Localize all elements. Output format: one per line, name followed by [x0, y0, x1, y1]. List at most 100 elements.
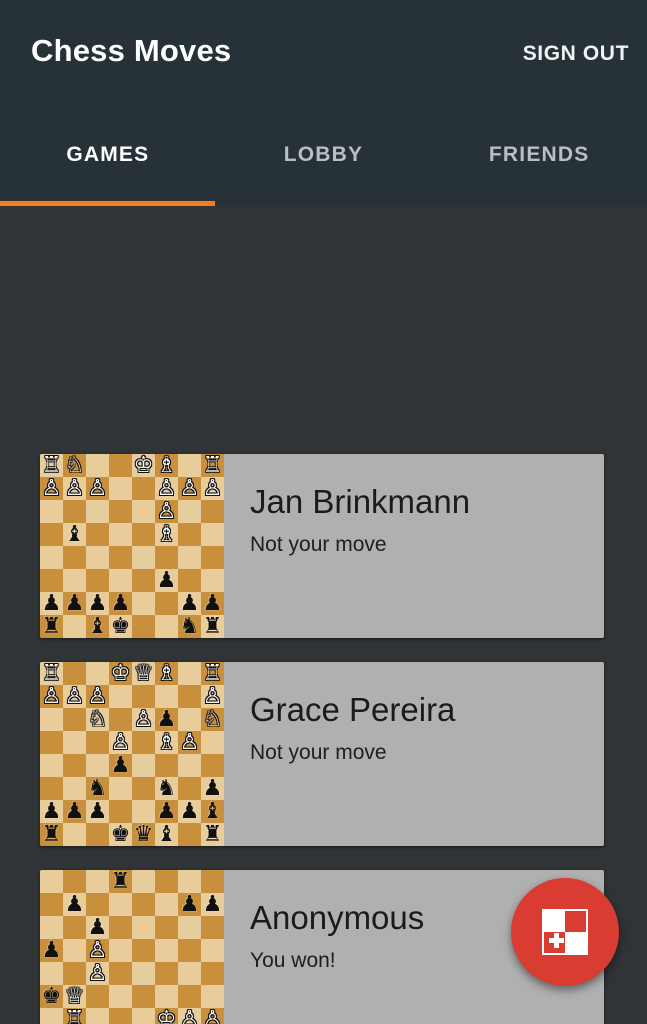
- board-square[interactable]: ♟: [109, 754, 132, 777]
- board-square[interactable]: ♞: [86, 777, 109, 800]
- board-square[interactable]: ♙: [155, 500, 178, 523]
- board-square[interactable]: [109, 985, 132, 1008]
- board-square[interactable]: ♝: [155, 823, 178, 846]
- board-square[interactable]: ♛: [132, 823, 155, 846]
- board-square[interactable]: [63, 500, 86, 523]
- board-square[interactable]: [132, 777, 155, 800]
- game-card[interactable]: ♖ ♔ ♕ ♗ ♖ ♙ ♙ ♙ ♙ ♘ ♙ ♟ ♘ ♙ ♗ ♙ ♟ ♞ ♞ ♟ ♟ ♟ ♟ ♟ ♟ ♝ ♜ ♚ ♛ ♝ ♜ Grace Per…: [40, 662, 604, 846]
- board-square[interactable]: ♚: [109, 823, 132, 846]
- board-square[interactable]: ♟: [86, 800, 109, 823]
- board-square[interactable]: [86, 870, 109, 893]
- board-square[interactable]: ♜: [109, 870, 132, 893]
- board-square[interactable]: [109, 1008, 132, 1024]
- board-square[interactable]: [109, 962, 132, 985]
- board-square[interactable]: [178, 939, 201, 962]
- board-square[interactable]: [63, 916, 86, 939]
- board-square[interactable]: ♙: [40, 685, 63, 708]
- board-square[interactable]: [109, 893, 132, 916]
- board-square[interactable]: [201, 731, 224, 754]
- board-square[interactable]: [155, 893, 178, 916]
- board-square[interactable]: ♟: [155, 800, 178, 823]
- board-square[interactable]: [155, 985, 178, 1008]
- board-square[interactable]: ♙: [155, 477, 178, 500]
- board-square[interactable]: ♙: [40, 477, 63, 500]
- board-square[interactable]: [40, 731, 63, 754]
- board-square[interactable]: [155, 962, 178, 985]
- board-square[interactable]: [132, 731, 155, 754]
- board-square[interactable]: ♖: [40, 454, 63, 477]
- board-square[interactable]: [178, 823, 201, 846]
- board-square[interactable]: [109, 523, 132, 546]
- sign-out-button[interactable]: SIGN OUT: [521, 38, 631, 70]
- board-square[interactable]: [178, 916, 201, 939]
- board-square[interactable]: [63, 939, 86, 962]
- board-square[interactable]: ♟: [178, 592, 201, 615]
- board-square[interactable]: [86, 1008, 109, 1024]
- board-square[interactable]: ♞: [155, 777, 178, 800]
- board-square[interactable]: ♙: [109, 731, 132, 754]
- board-square[interactable]: [86, 500, 109, 523]
- board-square[interactable]: ♟: [86, 592, 109, 615]
- board-square[interactable]: [86, 454, 109, 477]
- chess-board[interactable]: ♖ ♘ ♔ ♗ ♖ ♙ ♙ ♙ ♙ ♙ ♙ ♙ ♝ ♗ ♟ ♟ ♟ ♟ ♟ ♟ ♟ ♜ ♝ ♚ ♞ ♜: [40, 454, 224, 638]
- board-square[interactable]: ♜: [201, 823, 224, 846]
- board-square[interactable]: ♖: [40, 662, 63, 685]
- board-square[interactable]: [178, 985, 201, 1008]
- board-square[interactable]: [132, 800, 155, 823]
- board-square[interactable]: [40, 1008, 63, 1024]
- board-square[interactable]: [155, 870, 178, 893]
- board-square[interactable]: [63, 777, 86, 800]
- board-square[interactable]: [109, 916, 132, 939]
- board-square[interactable]: [40, 523, 63, 546]
- board-square[interactable]: ♙: [201, 685, 224, 708]
- board-square[interactable]: [201, 985, 224, 1008]
- tab-games[interactable]: GAMES: [0, 112, 216, 206]
- board-square[interactable]: ♘: [63, 454, 86, 477]
- board-square[interactable]: ♘: [86, 708, 109, 731]
- board-square[interactable]: [109, 939, 132, 962]
- board-square[interactable]: [86, 523, 109, 546]
- board-square[interactable]: ♜: [40, 615, 63, 638]
- board-square[interactable]: [155, 546, 178, 569]
- board-square[interactable]: [86, 893, 109, 916]
- board-square[interactable]: [63, 870, 86, 893]
- board-square[interactable]: [178, 870, 201, 893]
- board-square[interactable]: ♙: [63, 477, 86, 500]
- board-square[interactable]: [109, 454, 132, 477]
- board-square[interactable]: [86, 985, 109, 1008]
- board-square[interactable]: [63, 662, 86, 685]
- board-square[interactable]: ♝: [63, 523, 86, 546]
- board-square[interactable]: ♙: [86, 685, 109, 708]
- board-square[interactable]: [63, 569, 86, 592]
- board-square[interactable]: ♘: [201, 708, 224, 731]
- tab-friends[interactable]: FRIENDS: [431, 112, 647, 206]
- board-square[interactable]: ♙: [86, 939, 109, 962]
- board-square[interactable]: [155, 685, 178, 708]
- board-square[interactable]: [132, 939, 155, 962]
- board-square[interactable]: [201, 939, 224, 962]
- board-square[interactable]: [40, 893, 63, 916]
- board-square[interactable]: [132, 916, 155, 939]
- board-square[interactable]: ♜: [201, 615, 224, 638]
- board-square[interactable]: ♟: [40, 592, 63, 615]
- board-square[interactable]: ♕: [132, 662, 155, 685]
- games-list[interactable]: ♖ ♘ ♔ ♗ ♖ ♙ ♙ ♙ ♙ ♙ ♙ ♙ ♝ ♗ ♟ ♟ ♟ ♟ ♟ ♟ ♟ ♜ ♝ ♚ ♞ ♜ Jan Brinkmann N…: [0, 206, 647, 1024]
- board-square[interactable]: [132, 893, 155, 916]
- board-square[interactable]: [86, 662, 109, 685]
- board-square[interactable]: [109, 477, 132, 500]
- board-square[interactable]: ♟: [201, 777, 224, 800]
- board-square[interactable]: ♟: [201, 893, 224, 916]
- board-square[interactable]: [63, 823, 86, 846]
- chess-board[interactable]: ♜♟♟♟♟♟♙♙♚♕♖♔♙♙♜: [40, 870, 224, 1024]
- board-square[interactable]: [86, 823, 109, 846]
- board-square[interactable]: [86, 546, 109, 569]
- board-square[interactable]: ♔: [132, 454, 155, 477]
- board-square[interactable]: [201, 916, 224, 939]
- game-card[interactable]: ♖ ♘ ♔ ♗ ♖ ♙ ♙ ♙ ♙ ♙ ♙ ♙ ♝ ♗ ♟ ♟ ♟ ♟ ♟ ♟ ♟ ♜ ♝ ♚ ♞ ♜ Jan Brinkmann N…: [40, 454, 604, 638]
- board-square[interactable]: [63, 708, 86, 731]
- board-square[interactable]: [63, 731, 86, 754]
- chess-board[interactable]: ♖ ♔ ♕ ♗ ♖ ♙ ♙ ♙ ♙ ♘ ♙ ♟ ♘ ♙ ♗ ♙ ♟ ♞ ♞ ♟ ♟ ♟ ♟ ♟ ♟ ♝ ♜ ♚ ♛ ♝ ♜: [40, 662, 224, 846]
- board-square[interactable]: [63, 615, 86, 638]
- board-square[interactable]: ♗: [155, 731, 178, 754]
- board-square[interactable]: ♟: [109, 592, 132, 615]
